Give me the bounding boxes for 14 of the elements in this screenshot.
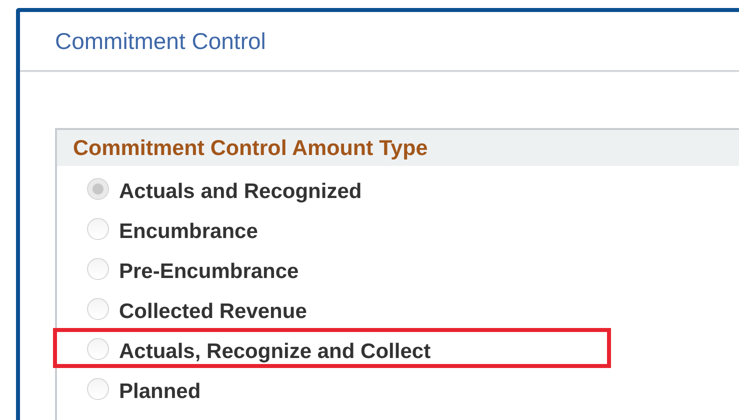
radio-button[interactable] (87, 338, 109, 360)
option-label: Pre-Encumbrance (119, 260, 299, 284)
option-label: Planned (119, 380, 201, 404)
option-label: Actuals and Recognized (119, 180, 362, 204)
option-label: Collected Revenue (119, 300, 307, 324)
radio-button[interactable] (87, 298, 109, 320)
radio-button[interactable] (87, 218, 109, 240)
radio-button[interactable] (87, 258, 109, 280)
option-label: Actuals, Recognize and Collect (119, 340, 431, 364)
radio-button[interactable] (87, 378, 109, 400)
group-title: Commitment Control Amount Type (57, 130, 739, 166)
option-label: Encumbrance (119, 220, 258, 244)
page-title: Commitment Control (54, 27, 267, 56)
radio-button[interactable] (87, 178, 109, 200)
